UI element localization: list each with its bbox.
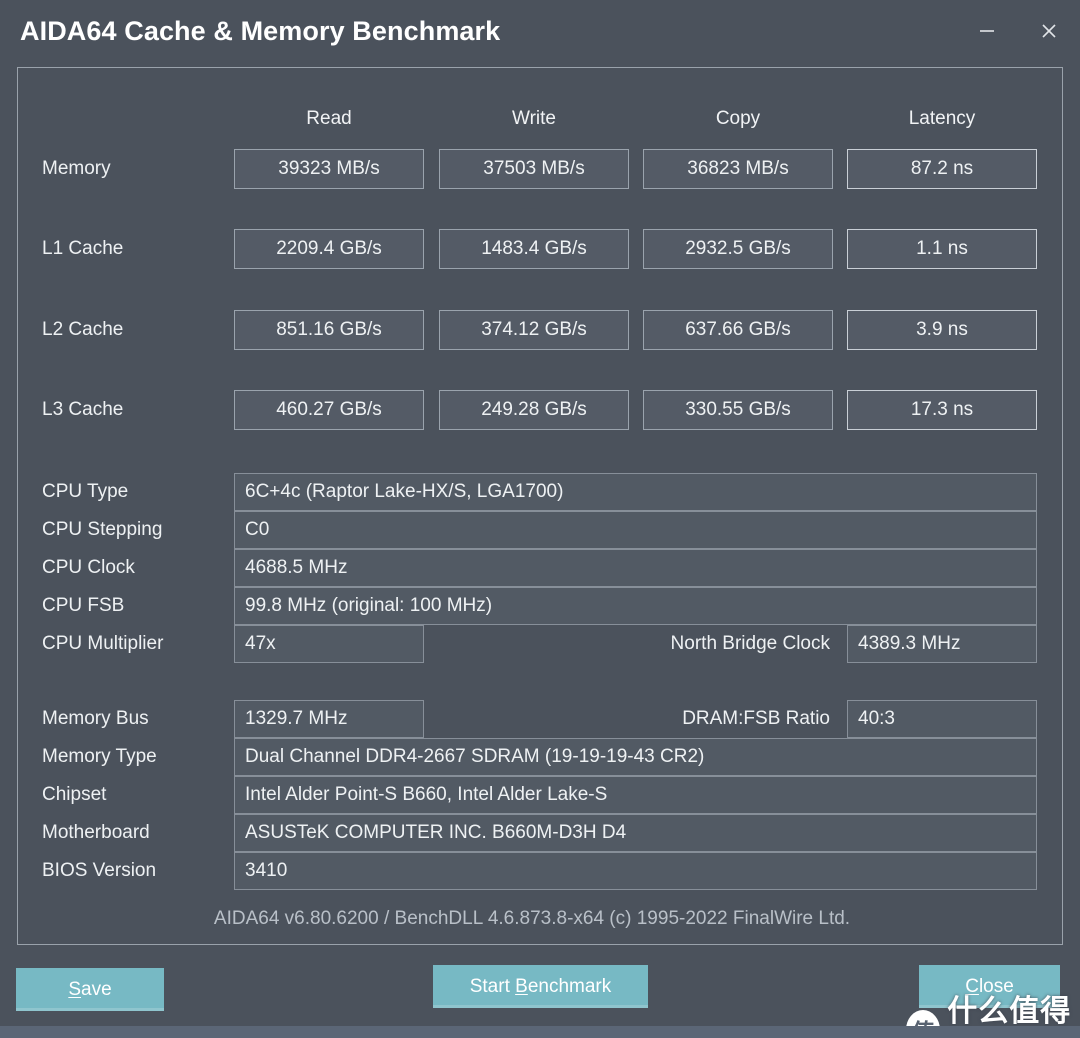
minimize-icon [978, 22, 996, 40]
l3-latency-value: 17.3 ns [847, 390, 1037, 430]
label-north-bridge-clock: North Bridge Clock [670, 633, 830, 654]
start-benchmark-button[interactable]: Start Benchmark [433, 965, 648, 1008]
window-title: AIDA64 Cache & Memory Benchmark [20, 16, 501, 46]
value-cpu-fsb: 99.8 MHz (original: 100 MHz) [234, 587, 1037, 625]
label-bios-version: BIOS Version [42, 860, 157, 881]
info-row-motherboard: Motherboard ASUSTeK COMPUTER INC. B660M-… [18, 814, 1062, 852]
start-benchmark-button-label: Start Benchmark [469, 975, 612, 997]
info-row-cpu-clock: CPU Clock 4688.5 MHz [18, 549, 1062, 587]
window-controls [956, 0, 1080, 62]
value-memory-bus: 1329.7 MHz [234, 700, 424, 738]
table-row-l1-cache: L1 Cache 2209.4 GB/s 1483.4 GB/s 2932.5 … [18, 229, 1062, 269]
close-button[interactable] [1018, 5, 1080, 57]
l2-latency-value: 3.9 ns [847, 310, 1037, 350]
info-row-memory-type: Memory Type Dual Channel DDR4-2667 SDRAM… [18, 738, 1062, 776]
label-cpu-stepping: CPU Stepping [42, 519, 163, 540]
row-label-memory: Memory [42, 158, 111, 179]
info-row-cpu-type: CPU Type 6C+4c (Raptor Lake-HX/S, LGA170… [18, 473, 1062, 511]
l2-read-value: 851.16 GB/s [234, 310, 424, 350]
title-bar: AIDA64 Cache & Memory Benchmark [0, 0, 1080, 62]
value-cpu-multiplier: 47x [234, 625, 424, 663]
label-cpu-type: CPU Type [42, 481, 129, 502]
main-panel: Read Write Copy Latency Memory 39323 MB/… [17, 67, 1063, 945]
value-cpu-clock: 4688.5 MHz [234, 549, 1037, 587]
table-row-l2-cache: L2 Cache 851.16 GB/s 374.12 GB/s 637.66 … [18, 310, 1062, 350]
close-dialog-button-label: Close [965, 975, 1014, 997]
info-row-memory-bus: Memory Bus 1329.7 MHz DRAM:FSB Ratio 40:… [18, 700, 1062, 738]
l1-read-value: 2209.4 GB/s [234, 229, 424, 269]
value-north-bridge-clock: 4389.3 MHz [847, 625, 1037, 663]
label-memory-type: Memory Type [42, 746, 157, 767]
column-header-write: Write [512, 108, 556, 129]
memory-copy-value: 36823 MB/s [643, 149, 833, 189]
save-button[interactable]: Save [16, 968, 164, 1011]
version-note: AIDA64 v6.80.6200 / BenchDLL 4.6.873.8-x… [213, 908, 851, 929]
value-bios-version: 3410 [234, 852, 1037, 890]
close-dialog-button[interactable]: Close [919, 965, 1060, 1008]
table-row-l3-cache: L3 Cache 460.27 GB/s 249.28 GB/s 330.55 … [18, 390, 1062, 430]
info-row-bios-version: BIOS Version 3410 [18, 852, 1062, 890]
value-cpu-stepping: C0 [234, 511, 1037, 549]
info-row-cpu-multiplier: CPU Multiplier 47x North Bridge Clock 43… [18, 625, 1062, 663]
l2-write-value: 374.12 GB/s [439, 310, 629, 350]
l1-write-value: 1483.4 GB/s [439, 229, 629, 269]
table-row-memory: Memory 39323 MB/s 37503 MB/s 36823 MB/s … [18, 149, 1062, 189]
minimize-button[interactable] [956, 5, 1018, 57]
column-header-copy: Copy [715, 108, 761, 129]
l3-copy-value: 330.55 GB/s [643, 390, 833, 430]
value-cpu-type: 6C+4c (Raptor Lake-HX/S, LGA1700) [234, 473, 1037, 511]
label-chipset: Chipset [42, 784, 107, 805]
label-motherboard: Motherboard [42, 822, 150, 843]
info-row-cpu-stepping: CPU Stepping C0 [18, 511, 1062, 549]
memory-write-value: 37503 MB/s [439, 149, 629, 189]
value-memory-type: Dual Channel DDR4-2667 SDRAM (19-19-19-4… [234, 738, 1037, 776]
row-label-l1-cache: L1 Cache [42, 238, 124, 259]
close-icon [1040, 22, 1058, 40]
column-header-latency: Latency [908, 108, 976, 129]
l3-write-value: 249.28 GB/s [439, 390, 629, 430]
label-cpu-clock: CPU Clock [42, 557, 135, 578]
label-cpu-multiplier: CPU Multiplier [42, 633, 164, 654]
l2-copy-value: 637.66 GB/s [643, 310, 833, 350]
value-chipset: Intel Alder Point-S B660, Intel Alder La… [234, 776, 1037, 814]
memory-read-value: 39323 MB/s [234, 149, 424, 189]
memory-latency-value: 87.2 ns [847, 149, 1037, 189]
column-header-read: Read [306, 108, 352, 129]
row-label-l2-cache: L2 Cache [42, 319, 124, 340]
bottom-strip [0, 1026, 1080, 1038]
row-label-l3-cache: L3 Cache [42, 399, 124, 420]
label-dram-fsb-ratio: DRAM:FSB Ratio [682, 708, 830, 729]
value-motherboard: ASUSTeK COMPUTER INC. B660M-D3H D4 [234, 814, 1037, 852]
info-row-chipset: Chipset Intel Alder Point-S B660, Intel … [18, 776, 1062, 814]
value-dram-fsb-ratio: 40:3 [847, 700, 1037, 738]
l1-latency-value: 1.1 ns [847, 229, 1037, 269]
label-memory-bus: Memory Bus [42, 708, 149, 729]
l1-copy-value: 2932.5 GB/s [643, 229, 833, 269]
l3-read-value: 460.27 GB/s [234, 390, 424, 430]
benchmark-column-headers: Read Write Copy Latency [18, 108, 1062, 138]
save-button-label: Save [68, 978, 112, 1000]
label-cpu-fsb: CPU FSB [42, 595, 125, 616]
info-row-cpu-fsb: CPU FSB 99.8 MHz (original: 100 MHz) [18, 587, 1062, 625]
